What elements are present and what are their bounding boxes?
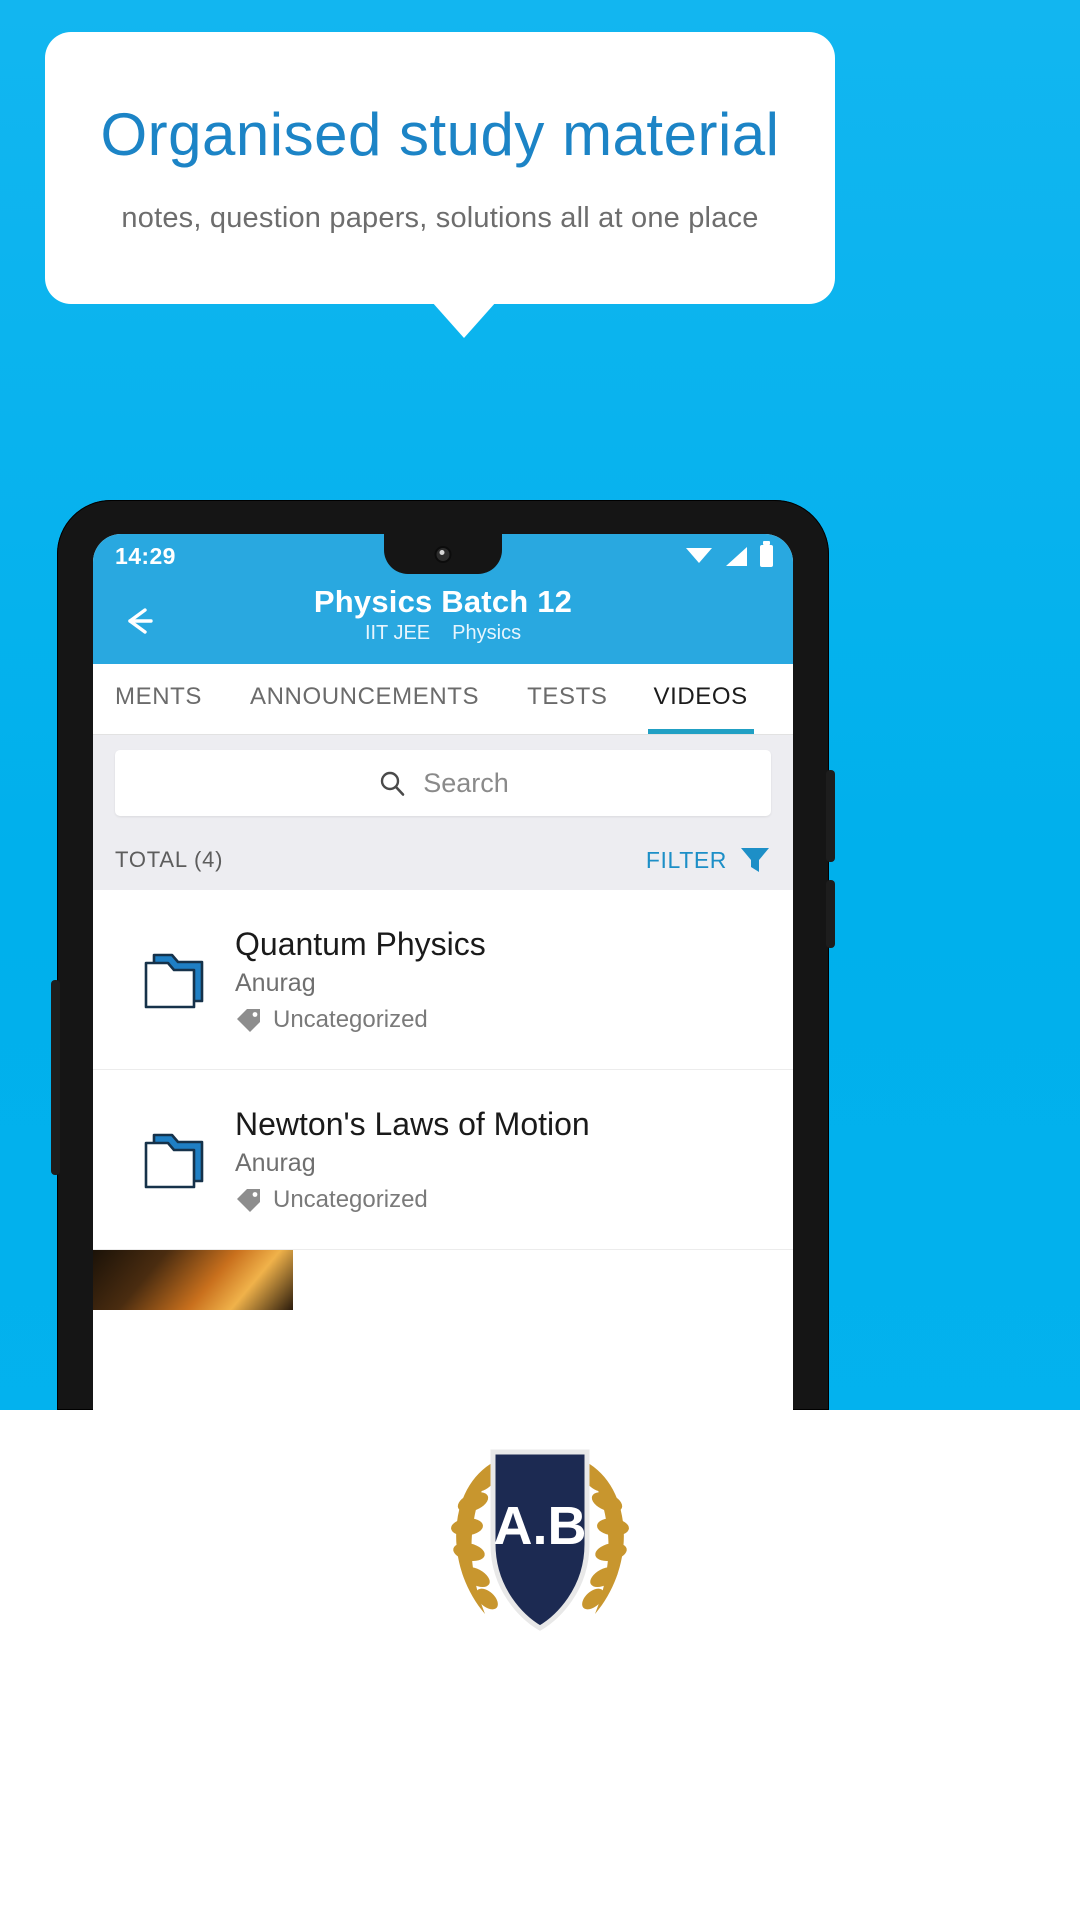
- phone-left-button: [51, 980, 60, 1175]
- callout-title: Organised study material: [100, 100, 780, 168]
- filter-button[interactable]: FILTER: [646, 845, 771, 875]
- phone-mockup: 14:29 Physics Batch 12 IIT JEE Physics M…: [51, 500, 835, 1410]
- funnel-icon: [741, 848, 769, 872]
- list-header-bar: TOTAL (4) FILTER: [93, 830, 793, 890]
- app-bar-subtitle: IIT JEE Physics: [365, 622, 521, 645]
- list-item-body: Quantum Physics Anurag Uncategorized: [235, 926, 771, 1034]
- phone-volume-button: [826, 880, 835, 948]
- phone-screen: 14:29 Physics Batch 12 IIT JEE Physics M…: [93, 534, 793, 1410]
- search-icon: [381, 771, 405, 796]
- page-title: Physics Batch 12: [313, 584, 573, 619]
- app-bar-titles: Physics Batch 12 IIT JEE Physics: [93, 584, 793, 645]
- subtitle-tag-subject: Physics: [452, 622, 522, 644]
- list-item-tag: Uncategorized: [273, 1185, 428, 1213]
- tag-icon: [237, 1008, 260, 1032]
- list-item-author: Anurag: [235, 1148, 316, 1177]
- callout-card: Organised study material notes, question…: [45, 32, 835, 304]
- list-item-title: Quantum Physics: [235, 925, 486, 962]
- total-count-label: TOTAL (4): [115, 847, 224, 872]
- status-icons: [686, 541, 773, 567]
- phone-notch: [384, 534, 502, 574]
- list-item-tag: Uncategorized: [273, 1005, 428, 1033]
- search-input[interactable]: Search: [115, 750, 771, 816]
- back-arrow-icon[interactable]: [115, 598, 161, 644]
- status-clock: 14:29: [115, 542, 176, 569]
- search-placeholder: Search: [423, 767, 509, 798]
- video-list: Quantum Physics Anurag Uncategorized New…: [93, 890, 793, 1310]
- folder-icon: [115, 947, 235, 1013]
- folder-icon: [115, 1127, 235, 1193]
- search-section: Search: [93, 734, 793, 830]
- battery-icon: [760, 541, 773, 567]
- svg-text:A.B: A.B: [494, 1496, 587, 1556]
- list-item-partial[interactable]: [93, 1250, 793, 1310]
- tab-videos[interactable]: VIDEOS: [647, 664, 755, 734]
- list-item[interactable]: Quantum Physics Anurag Uncategorized: [93, 890, 793, 1070]
- app-badge: A.B: [415, 1432, 665, 1642]
- phone-power-button: [826, 770, 835, 862]
- subtitle-tag-exam: IIT JEE: [364, 622, 431, 644]
- signal-icon: [725, 546, 747, 566]
- tag-icon: [237, 1188, 260, 1212]
- list-item[interactable]: Newton's Laws of Motion Anurag Uncategor…: [93, 1070, 793, 1250]
- tab-ments[interactable]: MENTS: [115, 664, 202, 734]
- video-thumbnail: [93, 1250, 293, 1310]
- list-item-author: Anurag: [235, 968, 316, 997]
- list-item-tagline: Uncategorized: [235, 1186, 771, 1214]
- laurel-shield-badge: A.B: [451, 1449, 629, 1631]
- callout-subtitle: notes, question papers, solutions all at…: [121, 201, 759, 234]
- tab-bar: MENTS ANNOUNCEMENTS TESTS VIDEOS: [93, 664, 793, 734]
- tab-tests[interactable]: TESTS: [527, 664, 607, 734]
- front-camera-icon: [436, 548, 450, 561]
- callout-pointer: [432, 302, 496, 338]
- list-item-tagline: Uncategorized: [235, 1006, 771, 1034]
- app-bar: Physics Batch 12 IIT JEE Physics: [93, 578, 793, 664]
- list-item-title: Newton's Laws of Motion: [235, 1105, 590, 1142]
- wifi-icon: [686, 547, 712, 565]
- tab-announcements[interactable]: ANNOUNCEMENTS: [250, 664, 479, 734]
- filter-label: FILTER: [645, 846, 727, 873]
- list-item-body: Newton's Laws of Motion Anurag Uncategor…: [235, 1106, 771, 1214]
